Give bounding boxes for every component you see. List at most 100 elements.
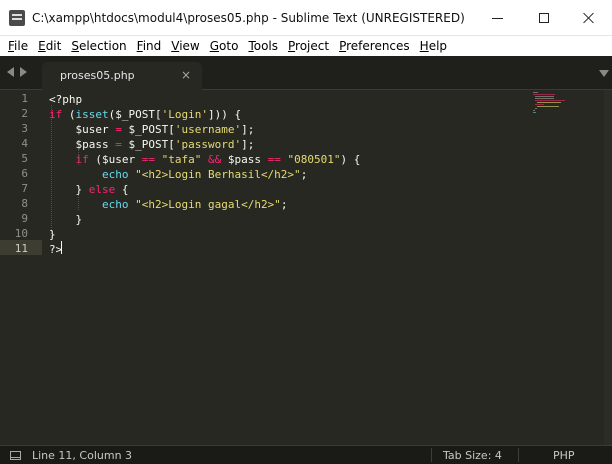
menu-edit[interactable]: Edit [33,39,66,53]
code-token: == [141,153,155,166]
line-number: 1 [21,92,28,105]
code-token: $_POST[ [121,123,175,136]
code-token: $user [49,123,116,136]
code-line: echo "<h2>Login Berhasil</h2>"; [49,167,307,182]
line-number: 4 [21,137,28,150]
code-token: ]; [241,123,255,136]
line-number: 11 [14,242,28,255]
code-token: ($user [88,153,142,166]
code-token: ])) { [207,108,242,121]
tab-size[interactable]: Tab Size: 4 [443,449,502,462]
code-line: <?php [49,92,82,107]
minimap[interactable] [533,92,573,122]
minimize-icon [491,17,503,19]
arrow-left-icon[interactable] [7,67,14,77]
code-token: $pass [49,138,116,151]
code-token: $pass [221,153,268,166]
menu-tools[interactable]: Tools [243,39,283,53]
chevron-down-icon[interactable] [599,70,609,77]
line-number: 8 [21,197,28,210]
vertical-scrollbar[interactable] [604,90,612,445]
code-token: && [207,153,222,166]
title-bar: C:\xampp\htdocs\modul4\proses05.php - Su… [0,0,612,36]
menu-selection[interactable]: Selection [66,39,131,53]
menu-bar: File Edit Selection Find View Goto Tools… [0,36,612,56]
window-title: C:\xampp\htdocs\modul4\proses05.php - Su… [32,11,465,25]
code-token: "<h2>Login Berhasil</h2>" [135,168,301,181]
code-line: } [49,212,82,227]
menu-find[interactable]: Find [132,39,167,53]
code-line: if (isset($_POST['Login'])) { [49,107,241,122]
status-divider [518,448,519,462]
line-number: 3 [21,122,28,135]
minimize-button[interactable] [474,0,520,36]
code-line: if ($user == "tafa" && $pass == "080501"… [49,152,361,167]
code-token: if [75,153,89,166]
code-area[interactable]: <?php if (isset($_POST['Login'])) { $user… [49,90,360,256]
code-line: echo "<h2>Login gagal</h2>"; [49,197,287,212]
line-number: 9 [21,212,28,225]
code-line: } else { [49,182,129,197]
menu-goto[interactable]: Goto [205,39,244,53]
text-cursor [61,241,62,254]
tab-bar: proses05.php × [0,56,612,90]
code-token: ]; [241,138,255,151]
tab-navigation [7,67,27,77]
code-token: echo [101,168,129,181]
menu-project[interactable]: Project [283,39,334,53]
code-token: ( [62,108,76,121]
sublime-text-icon [9,10,25,26]
menu-preferences[interactable]: Preferences [334,39,415,53]
code-token: } [49,213,83,226]
line-number: 10 [14,227,28,240]
code-line: $pass = $_POST['password']; [49,137,254,152]
code-token: ($_POST[ [108,108,162,121]
code-token: else [88,183,116,196]
code-token: 'Login' [161,108,208,121]
code-token: == [267,153,281,166]
line-number-gutter: 1 2 3 4 5 6 7 8 9 10 11 [0,90,42,445]
line-number: 2 [21,107,28,120]
menu-view[interactable]: View [166,39,204,53]
maximize-button[interactable] [521,0,567,36]
tab-proses05[interactable]: proses05.php × [42,62,202,90]
code-token: "tafa" [161,153,202,166]
code-line: $user = $_POST['username']; [49,122,254,137]
code-editor[interactable]: 1 2 3 4 5 6 7 8 9 10 11 <?php if (isset($_POST['Log… [0,90,612,445]
code-token: "080501" [287,153,341,166]
status-divider [431,448,432,462]
line-number: 7 [21,182,28,195]
line-number: 5 [21,152,28,165]
code-token: } [49,183,89,196]
code-token: "<h2>Login gagal</h2>" [135,198,281,211]
code-token: echo [101,198,129,211]
code-token: ; [280,198,288,211]
code-token: $_POST[ [121,138,175,151]
code-token: = [115,138,122,151]
close-button[interactable] [566,0,612,36]
arrow-right-icon[interactable] [20,67,27,77]
code-token: isset [75,108,109,121]
status-bar: Line 11, Column 3 Tab Size: 4 PHP [0,445,612,464]
line-number: 6 [21,167,28,180]
code-token: { [115,183,129,196]
close-icon [583,12,595,24]
menu-help[interactable]: Help [415,39,452,53]
syntax-mode[interactable]: PHP [553,449,575,462]
code-token: 'password' [174,138,242,151]
cursor-position: Line 11, Column 3 [32,449,133,462]
menu-file[interactable]: File [3,39,33,53]
code-line: } [49,227,56,242]
code-token: ) { [340,153,361,166]
close-icon[interactable]: × [181,68,191,82]
tab-label: proses05.php [60,69,135,82]
maximize-icon [539,13,549,23]
code-token: if [49,108,63,121]
panel-toggle-icon[interactable] [10,451,21,460]
code-token: 'username' [174,123,242,136]
code-token: } [49,228,56,241]
